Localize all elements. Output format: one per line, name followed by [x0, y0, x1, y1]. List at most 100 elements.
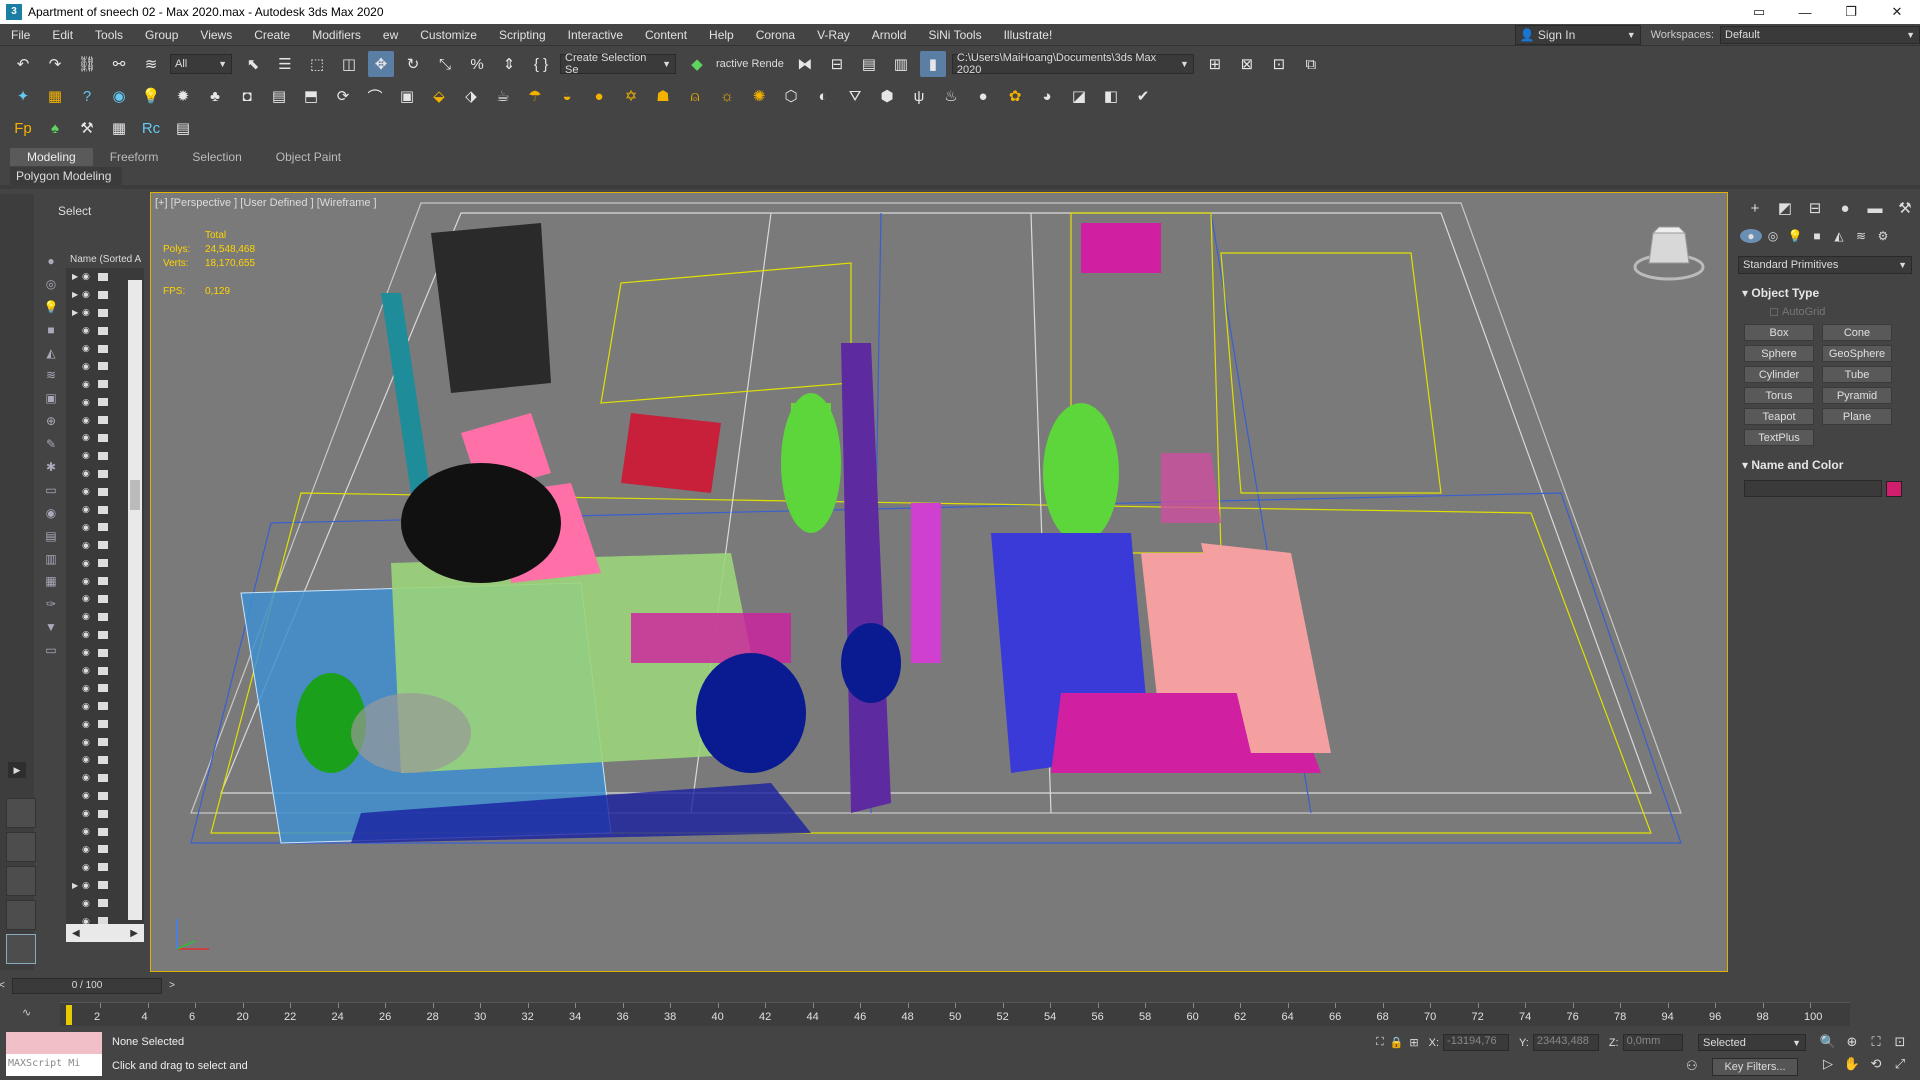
- eye-icon[interactable]: ◉: [82, 826, 94, 837]
- set-key-icon[interactable]: ⚇: [1686, 1058, 1698, 1074]
- expand-arrow-icon[interactable]: ▶: [8, 762, 26, 778]
- torus-button[interactable]: Torus: [1744, 387, 1814, 404]
- plane-button[interactable]: Plane: [1822, 408, 1892, 425]
- eye-icon[interactable]: ◉: [82, 772, 94, 783]
- spinner-snap-icon[interactable]: ⇕: [496, 51, 522, 77]
- eye-icon[interactable]: ◉: [82, 379, 94, 390]
- material-ball-icon[interactable]: ◐: [810, 83, 836, 109]
- vray-logo-icon[interactable]: ✦: [10, 83, 36, 109]
- scale-icon[interactable]: ⤡: [432, 51, 458, 77]
- menu-edit[interactable]: Edit: [41, 24, 84, 46]
- field-of-view-icon[interactable]: ▷: [1816, 1056, 1840, 1078]
- eye-icon[interactable]: ◉: [82, 271, 94, 282]
- eye-filter-icon[interactable]: ◉: [42, 506, 60, 524]
- funnel-icon[interactable]: ▼: [42, 620, 60, 638]
- group-filter-icon[interactable]: ▣: [42, 391, 60, 409]
- wrench-icon[interactable]: ✑: [42, 597, 60, 615]
- tools-icon[interactable]: ⚒: [74, 115, 100, 141]
- eye-icon[interactable]: ◉: [82, 450, 94, 461]
- eye-icon[interactable]: ◉: [82, 325, 94, 336]
- list-view-icon[interactable]: ▥: [42, 552, 60, 570]
- eye-icon[interactable]: ◉: [82, 576, 94, 587]
- menu-content[interactable]: Content: [634, 24, 698, 46]
- material-icon[interactable]: ⬙: [426, 83, 452, 109]
- pyramid-button[interactable]: Pyramid: [1822, 387, 1892, 404]
- scene-explorer-icon[interactable]: ▮: [919, 51, 946, 77]
- menu-customize[interactable]: Customize: [409, 24, 488, 46]
- expand-icon[interactable]: ▶: [72, 881, 82, 890]
- menu-illustrate[interactable]: Illustrate!: [993, 24, 1064, 46]
- viewport-layout-button-5[interactable]: [6, 934, 36, 964]
- clipper-icon[interactable]: ⛛: [842, 83, 868, 109]
- link-icon[interactable]: ⛓: [74, 51, 100, 77]
- project-save-icon[interactable]: ⊡: [1266, 51, 1292, 77]
- tab-freeform[interactable]: Freeform: [93, 148, 176, 166]
- viewport-layout-button-3[interactable]: [6, 866, 36, 896]
- y-coordinate-field[interactable]: 23443,488: [1532, 1034, 1599, 1051]
- restore-button[interactable]: ❐: [1828, 0, 1874, 24]
- eye-icon[interactable]: ◉: [82, 737, 94, 748]
- maximize-viewport-icon[interactable]: ⤢: [1888, 1056, 1912, 1078]
- zoom-all-icon[interactable]: ⊕: [1840, 1034, 1864, 1056]
- x-coordinate-field[interactable]: -13194,76: [1443, 1034, 1510, 1051]
- xref-filter-icon[interactable]: ⊕: [42, 414, 60, 432]
- corona-geometry-icon[interactable]: ✡: [618, 83, 644, 109]
- forest-pack-icon[interactable]: Fp: [10, 115, 36, 141]
- eye-icon[interactable]: ◉: [82, 719, 94, 730]
- menu-interactive[interactable]: Interactive: [557, 24, 634, 46]
- palette-icon[interactable]: ◕: [1034, 83, 1060, 109]
- eye-icon[interactable]: ◉: [82, 683, 94, 694]
- frame-buffer-icon[interactable]: ◘: [234, 83, 260, 109]
- select-by-name-icon[interactable]: ☰: [272, 51, 298, 77]
- particle-filter-icon[interactable]: ✱: [42, 460, 60, 478]
- log-icon[interactable]: ▤: [266, 83, 292, 109]
- orbit-icon[interactable]: ⟳: [330, 83, 356, 109]
- eye-icon[interactable]: ◉: [82, 540, 94, 551]
- eye-icon[interactable]: ◉: [82, 468, 94, 479]
- check-circle-icon[interactable]: ✔: [1130, 83, 1156, 109]
- create-tab-icon[interactable]: +: [1740, 200, 1770, 217]
- menu-group[interactable]: Group: [134, 24, 189, 46]
- corona-sphere-icon[interactable]: ◒: [554, 83, 580, 109]
- image-icon[interactable]: ◧: [1098, 83, 1124, 109]
- camera-filter-icon[interactable]: ■: [42, 323, 60, 341]
- key-filters-button[interactable]: Key Filters...: [1712, 1058, 1798, 1076]
- eye-icon[interactable]: ◉: [82, 593, 94, 604]
- viewport-layout-button-2[interactable]: [6, 832, 36, 862]
- eye-icon[interactable]: ◉: [82, 361, 94, 372]
- project-settings-icon[interactable]: ⧉: [1298, 51, 1324, 77]
- railclone-icon[interactable]: Rc: [138, 115, 164, 141]
- eye-icon[interactable]: ◉: [82, 862, 94, 873]
- layer-toggle-icon[interactable]: ▤: [42, 529, 60, 547]
- eye-icon[interactable]: ◉: [82, 665, 94, 676]
- viewcube-icon[interactable]: [1631, 223, 1707, 287]
- scroll-left-icon[interactable]: ◀: [72, 928, 80, 939]
- next-frame-icon[interactable]: >: [169, 979, 175, 993]
- helper-filter-icon[interactable]: ◭: [42, 346, 60, 364]
- menu-scripting[interactable]: Scripting: [488, 24, 557, 46]
- hierarchy-tab-icon[interactable]: ⊟: [1800, 199, 1830, 217]
- tab-object-paint[interactable]: Object Paint: [259, 148, 358, 166]
- menu-ew[interactable]: ew: [372, 24, 409, 46]
- timeline-ruler[interactable]: 2 4 6 20 22 24 26 28 30 32 34 36 38 40 42 44 46 48 50 52 54 5…: [60, 1002, 1850, 1026]
- helpers-category-icon[interactable]: ◭: [1828, 229, 1850, 243]
- redo-icon[interactable]: ↷: [42, 51, 68, 77]
- viewport-label-menu[interactable]: [+] [Perspective ] [User Defined ] [Wire…: [155, 197, 377, 209]
- orbit-icon[interactable]: ⟲: [1864, 1056, 1888, 1078]
- flowers-icon[interactable]: ✿: [1002, 83, 1028, 109]
- viewport-layout-button-1[interactable]: [6, 798, 36, 828]
- grid-icon[interactable]: ▤: [170, 115, 196, 141]
- interactive-render-icon[interactable]: ◆: [684, 51, 710, 77]
- workspace-select[interactable]: Default ▼: [1720, 25, 1920, 44]
- primitive-type-select[interactable]: Standard Primitives ▼: [1738, 256, 1912, 274]
- camera-icon[interactable]: ◉: [106, 83, 132, 109]
- scene-name-column-header[interactable]: Name (Sorted A: [66, 254, 144, 268]
- ribbon-toggle-icon[interactable]: ▥: [888, 51, 914, 77]
- menu-modifiers[interactable]: Modifiers: [301, 24, 372, 46]
- interactive-render-label[interactable]: ractive Rende: [716, 58, 784, 70]
- eye-icon[interactable]: ◉: [82, 307, 94, 318]
- viewport-layout-button-4[interactable]: [6, 900, 36, 930]
- eye-icon[interactable]: ◉: [82, 504, 94, 515]
- scene-explorer-select-menu[interactable]: Select: [38, 194, 144, 226]
- folder-icon[interactable]: ▭: [42, 643, 60, 661]
